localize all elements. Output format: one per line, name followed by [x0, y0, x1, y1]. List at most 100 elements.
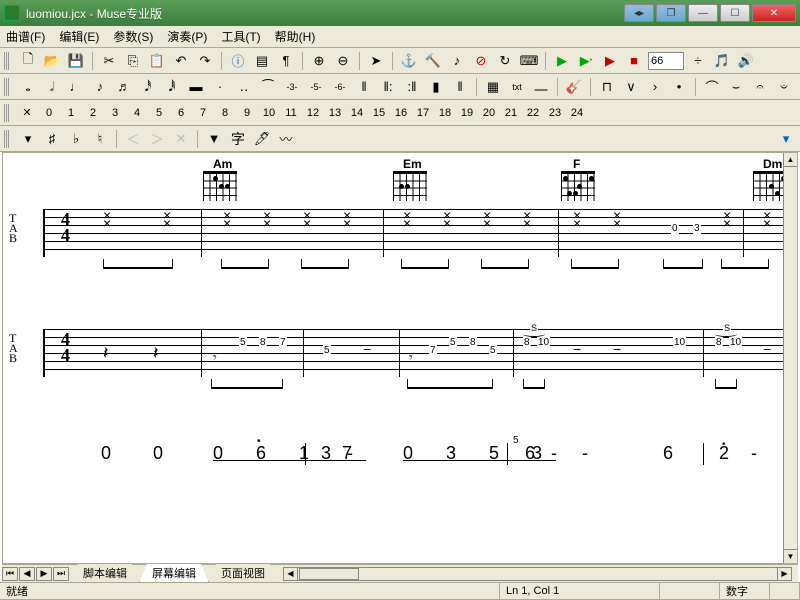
toolbar-grip-2[interactable] — [4, 78, 10, 96]
quint-icon[interactable]: -5- — [306, 77, 326, 97]
slur-up-icon[interactable]: ⌒ — [702, 77, 722, 97]
scroll-up-icon[interactable]: ▲ — [784, 153, 797, 167]
menu-edit[interactable]: 编辑(E) — [59, 28, 99, 45]
down-arrow-icon[interactable]: ▾ — [18, 129, 38, 149]
fret-1[interactable]: 1 — [62, 104, 80, 122]
slur-down-icon[interactable]: ⌣ — [726, 77, 746, 97]
tempo-tool-icon[interactable]: ÷ — [688, 51, 708, 71]
rest-icon[interactable]: ▬ — [186, 77, 206, 97]
save-icon[interactable]: 💾 — [66, 51, 86, 71]
menu-help[interactable]: 帮助(H) — [275, 28, 316, 45]
marker-down-icon[interactable]: ▼ — [204, 129, 224, 149]
fret-21[interactable]: 21 — [502, 104, 520, 122]
keyboard-icon[interactable]: ⌨ — [519, 51, 539, 71]
metronome-icon[interactable]: 🎵 — [712, 51, 732, 71]
menu-file[interactable]: 曲谱(F) — [6, 28, 45, 45]
fret-16[interactable]: 16 — [392, 104, 410, 122]
whole-note-icon[interactable]: 𝅝 — [18, 77, 38, 97]
fret-4[interactable]: 4 — [128, 104, 146, 122]
fret-23[interactable]: 23 — [546, 104, 564, 122]
horizontal-scrollbar[interactable]: ◀ ▶ — [283, 567, 792, 581]
down-stroke-icon[interactable]: ⊓ — [597, 77, 617, 97]
paste-icon[interactable]: 📋 — [147, 51, 167, 71]
fret-19[interactable]: 19 — [458, 104, 476, 122]
double-bar-icon[interactable]: ‖ — [450, 77, 470, 97]
doubledot-icon[interactable]: ‥ — [234, 77, 254, 97]
fretboard-icon[interactable]: ▦ — [483, 77, 503, 97]
copy-icon[interactable]: ⎘ — [123, 51, 143, 71]
anchor-icon[interactable]: ⚓ — [399, 51, 419, 71]
tie-icon[interactable]: ⁀ — [258, 77, 278, 97]
fret-9[interactable]: 9 — [238, 104, 256, 122]
tile-button[interactable]: ❐ — [656, 4, 686, 22]
thirtysecond-note-icon[interactable]: 𝅘𝅥𝅰 — [138, 77, 158, 97]
info-icon[interactable]: ⓘ — [228, 51, 248, 71]
fermata-down-icon[interactable]: 𝄑 — [774, 77, 794, 97]
fret-6[interactable]: 6 — [172, 104, 190, 122]
doc-icon[interactable]: ▤ — [252, 51, 272, 71]
fermata-up-icon[interactable]: 𝄐 — [750, 77, 770, 97]
tab-page-view[interactable]: 页面视图 — [208, 564, 278, 583]
close-button[interactable]: ✕ — [752, 4, 796, 22]
cut-icon[interactable]: ✂ — [99, 51, 119, 71]
sixteenth-note-icon[interactable]: ♬ — [114, 77, 134, 97]
tuning-icon[interactable]: ♪ — [447, 51, 467, 71]
stop-icon[interactable]: ■ — [624, 51, 644, 71]
menu-tools[interactable]: 工具(T) — [221, 28, 260, 45]
fret-11[interactable]: 11 — [282, 104, 300, 122]
text-label-icon[interactable]: txt — [507, 77, 527, 97]
zoom-out-icon[interactable]: ⊖ — [333, 51, 353, 71]
fret-24[interactable]: 24 — [568, 104, 586, 122]
undo-icon[interactable]: ↶ — [171, 51, 191, 71]
sixtyfourth-note-icon[interactable]: 𝅘𝅥𝅱 — [162, 77, 182, 97]
right-repeat-icon[interactable]: :‖ — [402, 77, 422, 97]
hammer-icon[interactable]: 🔨 — [423, 51, 443, 71]
vertical-scrollbar[interactable]: ▲ ▼ — [783, 153, 797, 563]
fret-x[interactable]: ✕ — [18, 104, 36, 122]
tab-nav-last[interactable]: ⏭ — [53, 567, 69, 581]
fret-14[interactable]: 14 — [348, 104, 366, 122]
fret-18[interactable]: 18 — [436, 104, 454, 122]
menu-params[interactable]: 参数(S) — [113, 28, 153, 45]
staccato-icon[interactable]: • — [669, 77, 689, 97]
eighth-note-icon[interactable]: ♪ — [90, 77, 110, 97]
quarter-note-icon[interactable]: ♩ — [66, 77, 86, 97]
no-sound-icon[interactable]: ⊘ — [471, 51, 491, 71]
stroke-icon[interactable]: 🖊 — [252, 129, 272, 149]
cross-icon[interactable]: ✕ — [171, 129, 191, 149]
minimize-button[interactable]: — — [688, 4, 718, 22]
fret-2[interactable]: 2 — [84, 104, 102, 122]
fret-0[interactable]: 0 — [40, 104, 58, 122]
prev-window-button[interactable]: ◂▸ — [624, 4, 654, 22]
fret-5[interactable]: 5 — [150, 104, 168, 122]
thick-bar-icon[interactable]: ▮ — [426, 77, 446, 97]
accent-icon[interactable]: › — [645, 77, 665, 97]
up-stroke-icon[interactable]: ∨ — [621, 77, 641, 97]
tempo-input[interactable] — [648, 52, 684, 70]
toolbar-grip[interactable] — [4, 52, 10, 70]
gliss-icon[interactable]: 〰 — [276, 129, 296, 149]
tab-nav-prev[interactable]: ◀ — [19, 567, 35, 581]
pointer-icon[interactable]: ➤ — [366, 51, 386, 71]
scroll-left-icon[interactable]: ◀ — [284, 568, 298, 580]
half-note-icon[interactable]: 𝅗𝅥 — [42, 77, 62, 97]
sext-icon[interactable]: -6- — [330, 77, 350, 97]
repeat-icon[interactable]: ↻ — [495, 51, 515, 71]
toolbar-grip-3[interactable] — [4, 104, 10, 122]
open-icon[interactable]: 📂 — [42, 51, 62, 71]
barline-icon[interactable]: ‖ — [354, 77, 374, 97]
maximize-button[interactable]: ☐ — [720, 4, 750, 22]
dot-icon[interactable]: · — [210, 77, 230, 97]
flat-icon[interactable]: ♭ — [66, 129, 86, 149]
zoom-in-icon[interactable]: ⊕ — [309, 51, 329, 71]
fret-22[interactable]: 22 — [524, 104, 542, 122]
toolbar-grip-4[interactable] — [4, 130, 10, 148]
scroll-down-icon[interactable]: ▼ — [784, 549, 797, 563]
left-repeat-icon[interactable]: ‖: — [378, 77, 398, 97]
fret-10[interactable]: 10 — [260, 104, 278, 122]
fret-15[interactable]: 15 — [370, 104, 388, 122]
fret-7[interactable]: 7 — [194, 104, 212, 122]
redo-icon[interactable]: ↷ — [195, 51, 215, 71]
collapse-icon[interactable]: ▾ — [776, 129, 796, 149]
tab-screen-edit[interactable]: 屏幕编辑 — [139, 564, 209, 583]
